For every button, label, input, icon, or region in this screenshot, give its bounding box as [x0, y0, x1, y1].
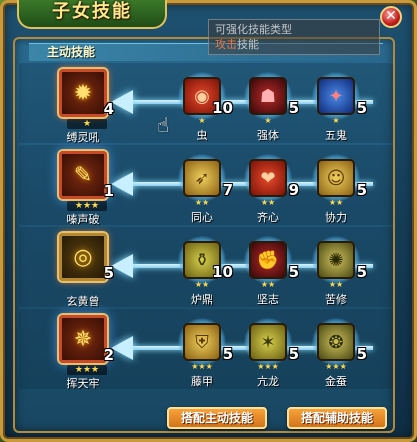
spiral-icon: ✺	[317, 241, 355, 279]
main-skill-name: 挥天牢	[66, 377, 100, 390]
armor-icon: ⛨	[183, 323, 221, 361]
skill-stars: ★	[198, 116, 206, 125]
main-skill-name: 嗪声破	[66, 213, 100, 226]
skill-level: 5	[356, 263, 367, 281]
main-skill-name: 缚灵吼	[66, 131, 100, 144]
sub-skill-slot[interactable]: ☗ 5 ★ 强体	[244, 72, 299, 142]
sub-skill-slot[interactable]: ➶ 7 ★★ 同心	[178, 154, 233, 224]
configure-support-skills-button[interactable]: 搭配辅助技能	[287, 407, 387, 429]
sub-skill-name: 金蚕	[325, 375, 347, 388]
child-skills-window: 子女技能 ✕ 主动技能 ✹ 4 ★ 缚灵吼 ◉ 10 ★ 虫 ☗ 5 ★ 强体 …	[0, 0, 417, 442]
skill-stars: ★★	[194, 280, 210, 289]
skill-stars: ★★	[328, 280, 344, 289]
skill-level: 7	[222, 181, 233, 199]
sub-skill-slot[interactable]: ❂ 5 ★★★ 金蚕	[312, 318, 367, 388]
skill-type-tooltip: 可强化技能类型 攻击技能	[208, 19, 380, 55]
skill-level: 5	[288, 345, 299, 363]
sub-skill-slot[interactable]: ✊ 5 ★★ 坚志	[244, 236, 299, 306]
scroll-icon: ✎	[73, 162, 93, 188]
skill-stars: ★	[67, 119, 107, 129]
skill-level: 10	[212, 99, 233, 117]
skill-stars: ★	[264, 116, 272, 125]
skill-row-4: ✵ 2 ★★★ 挥天牢 ⛨ 5 ★★★ 藤甲 ✶ 5 ★★★ 亢龙 ❂ 5 ★★…	[15, 309, 397, 390]
tooltip-line-2: 技能	[237, 38, 259, 51]
sub-skill-slot[interactable]: ✦ 5 ★ 五鬼	[312, 72, 367, 142]
sub-skill-slot[interactable]: ⛨ 5 ★★★ 藤甲	[178, 318, 233, 388]
heart-icon: ❤	[249, 159, 287, 197]
skill-level: 5	[356, 99, 367, 117]
active-skills-panel: 主动技能 ✹ 4 ★ 缚灵吼 ◉ 10 ★ 虫 ☗ 5 ★ 强体 ✦ 5 ★ 五…	[13, 37, 395, 433]
skill-level: 5	[103, 264, 114, 282]
blue-ghost-icon: ✦	[317, 77, 355, 115]
tooltip-accent: 攻击	[215, 38, 237, 51]
tooltip-line-1: 可强化技能类型	[215, 23, 292, 36]
skill-level: 1	[103, 182, 114, 200]
sub-skill-name: 五鬼	[325, 129, 347, 142]
skill-stars: ★	[332, 116, 340, 125]
sub-skill-name: 虫	[196, 129, 208, 142]
silkworm-icon: ❂	[317, 323, 355, 361]
main-skill-slot[interactable]: ✎ 1	[59, 151, 114, 200]
sub-skill-name: 齐心	[257, 211, 279, 224]
skill-stars: ★★★	[67, 201, 107, 211]
skill-stars: ★★	[260, 280, 276, 289]
sun-burst-icon: ✹	[73, 80, 93, 106]
sub-skill-slot[interactable]: ☺ 5 ★★ 协力	[312, 154, 367, 224]
sub-skill-name: 强体	[257, 129, 279, 142]
skill-level: 5	[356, 181, 367, 199]
skill-level: 5	[356, 345, 367, 363]
skill-stars: ★★	[328, 198, 344, 207]
sub-skill-name: 协力	[325, 211, 347, 224]
skill-level: 5	[288, 99, 299, 117]
skill-level: 9	[288, 181, 299, 199]
flame-icon: ✵	[73, 326, 93, 352]
main-skill-slot[interactable]: ◎ 5	[59, 233, 114, 282]
skill-level: 5	[288, 263, 299, 281]
close-button[interactable]: ✕	[380, 6, 402, 28]
sub-skill-name: 同心	[191, 211, 213, 224]
main-skill-slot[interactable]: ✹ 4	[59, 69, 114, 118]
sub-skill-name: 亢龙	[257, 375, 279, 388]
window-title: 子女技能	[17, 0, 167, 29]
skill-level: 2	[103, 346, 114, 364]
skill-row-2: ✎ 1 ★★★ 嗪声破 ➶ 7 ★★ 同心 ❤ 9 ★★ 齐心 ☺ 5 ★★ 协…	[15, 145, 397, 226]
skill-stars: ★★★	[191, 362, 213, 371]
sub-skill-slot[interactable]: ✶ 5 ★★★ 亢龙	[244, 318, 299, 388]
skill-stars: ★★	[194, 198, 210, 207]
character-icon: ☺	[317, 159, 355, 197]
sub-skill-slot[interactable]: ❤ 9 ★★ 齐心	[244, 154, 299, 224]
fist-icon: ✊	[249, 241, 287, 279]
skill-level: 10	[212, 263, 233, 281]
main-skill-slot[interactable]: ✵ 2	[59, 315, 114, 364]
sub-skill-slot[interactable]: ◉ 10 ★ 虫	[178, 72, 233, 142]
demon-face-icon: ☗	[249, 77, 287, 115]
sub-skill-slot[interactable]: ⚱ 10 ★★ 炉鼎	[178, 236, 233, 306]
sub-skill-name: 炉鼎	[191, 293, 213, 306]
orb-icon: ◎	[73, 244, 93, 270]
skill-row-1: ✹ 4 ★ 缚灵吼 ◉ 10 ★ 虫 ☗ 5 ★ 强体 ✦ 5 ★ 五鬼	[15, 63, 397, 144]
skill-stars: ★★★	[67, 365, 107, 375]
sub-skill-name: 藤甲	[191, 375, 213, 388]
skill-level: 4	[103, 100, 114, 118]
skill-level: 5	[222, 345, 233, 363]
main-skill-name: 玄黄曾	[66, 295, 100, 308]
hand-cursor-icon: ☝	[157, 113, 170, 137]
skill-stars: ★★★	[257, 362, 279, 371]
dragon-icon: ✶	[249, 323, 287, 361]
configure-active-skills-button[interactable]: 搭配主动技能	[167, 407, 267, 429]
skill-row-3: ◎ 5 玄黄曾 ⚱ 10 ★★ 炉鼎 ✊ 5 ★★ 坚志 ✺ 5 ★★ 苦修	[15, 227, 397, 308]
horn-icon: ➶	[183, 159, 221, 197]
sub-skill-slot[interactable]: ✺ 5 ★★ 苦修	[312, 236, 367, 306]
sub-skill-name: 苦修	[325, 293, 347, 306]
sub-skill-name: 坚志	[257, 293, 279, 306]
skill-stars: ★★★	[325, 362, 347, 371]
skill-stars: ★★	[260, 198, 276, 207]
